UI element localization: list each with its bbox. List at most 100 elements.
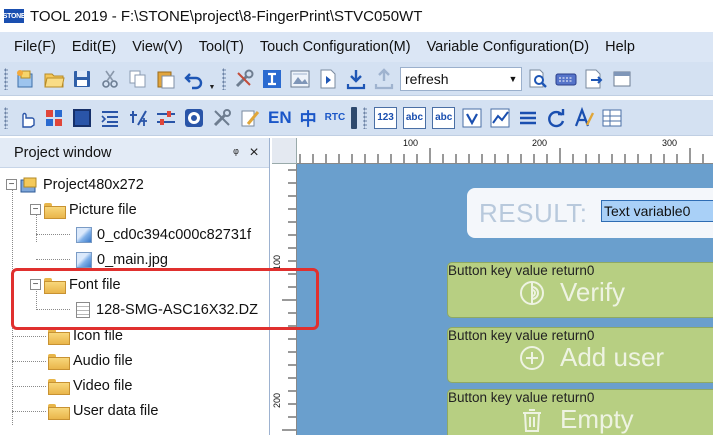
tree-folder-audio[interactable]: Audio file — [48, 348, 133, 373]
text-variable-widget[interactable]: Text variable0 — [601, 200, 713, 222]
chart-button[interactable] — [487, 105, 513, 131]
menu-touch-configuration[interactable]: Touch Configuration(M) — [252, 39, 419, 55]
cut-button[interactable] — [97, 66, 123, 92]
window-title: TOOL 2019 - F:\STONE\project\8-FingerPri… — [30, 7, 423, 25]
keyboard-icon — [555, 73, 577, 85]
toolbar-grip[interactable] — [4, 67, 8, 90]
table-button[interactable] — [599, 105, 625, 131]
empty-button[interactable]: Button key value return0 Empty — [447, 389, 713, 435]
window-button[interactable] — [609, 66, 635, 92]
menu-tool[interactable]: Tool(T) — [191, 39, 252, 55]
settings-button[interactable] — [231, 66, 257, 92]
project-window-header: Project window ᵠ × — [0, 138, 269, 168]
undo-button[interactable] — [181, 66, 207, 92]
list-icon — [101, 110, 118, 127]
preview-button[interactable] — [525, 66, 551, 92]
language-zh-button[interactable]: 中 — [300, 105, 317, 130]
slider-button[interactable] — [153, 105, 179, 131]
copy-icon — [129, 70, 146, 87]
tree-folder-userdata[interactable]: User data file — [48, 398, 158, 423]
refresh-button[interactable] — [543, 105, 569, 131]
pointer-button[interactable] — [13, 105, 39, 131]
widget-toolbar: EN 中 RTC 123 abc abc — [0, 100, 713, 136]
rectangle-button[interactable] — [69, 105, 95, 131]
folder-icon — [48, 328, 70, 345]
main-toolbar: ▼ refresh ▼ — [0, 62, 713, 96]
undo-dropdown[interactable]: ▼ — [208, 67, 216, 91]
app-logo-icon: STONE — [3, 9, 26, 23]
collapse-icon[interactable]: − — [6, 179, 17, 190]
tree-root[interactable]: − Project480x272 — [6, 172, 144, 197]
toolbar-separator — [349, 105, 359, 131]
variable-button[interactable] — [459, 105, 485, 131]
verify-button[interactable]: Button key value return0 Verify — [447, 262, 713, 318]
result-panel[interactable]: RESULT: Text variable0 — [467, 188, 713, 238]
open-button[interactable] — [41, 66, 67, 92]
grid-icon — [46, 109, 62, 126]
tools-icon — [235, 69, 254, 87]
hand-pointer-icon — [22, 112, 35, 128]
fingerprint-icon — [520, 280, 544, 305]
folder-icon — [48, 353, 70, 370]
tree-folder-picture[interactable]: − Picture file — [30, 197, 137, 222]
menu-lines-icon — [520, 111, 537, 124]
ruler-label-200: 200 — [532, 138, 548, 148]
menu-list-button[interactable] — [515, 105, 541, 131]
window-icon — [613, 71, 631, 86]
image-button[interactable] — [287, 66, 313, 92]
variable-icon — [462, 108, 482, 127]
tree-folder-video[interactable]: Video file — [48, 373, 132, 398]
text-input-button[interactable]: abc — [402, 106, 427, 129]
menu-variable-configuration[interactable]: Variable Configuration(D) — [419, 39, 598, 55]
font-button[interactable] — [571, 105, 597, 131]
wrench-icon — [213, 108, 231, 126]
new-project-icon — [17, 69, 33, 87]
menu-edit[interactable]: Edit(E) — [64, 39, 124, 55]
list-button[interactable] — [97, 105, 123, 131]
horizontal-ruler-ticks — [299, 148, 704, 163]
add-user-button[interactable]: Button key value return0 Add user — [447, 327, 713, 383]
play-button[interactable] — [315, 66, 341, 92]
number-input-button[interactable]: 123 — [374, 106, 397, 129]
keyboard-button[interactable] — [553, 66, 579, 92]
tree-item-picture[interactable]: 0_cd0c394c000c82731f — [76, 222, 251, 247]
refresh-icon — [548, 108, 565, 127]
download-button[interactable] — [343, 66, 369, 92]
tree-root-label: Project480x272 — [43, 176, 144, 193]
tools-button[interactable] — [209, 105, 235, 131]
export-button[interactable] — [581, 66, 607, 92]
text-tool-button[interactable] — [259, 66, 285, 92]
grid-button[interactable] — [41, 105, 67, 131]
toolbar-grip[interactable] — [222, 67, 226, 90]
toolbar-grip[interactable] — [363, 106, 368, 129]
refresh-select[interactable]: refresh ▼ — [400, 66, 522, 91]
gauge-button[interactable] — [181, 105, 207, 131]
edit-button[interactable] — [237, 105, 263, 131]
collapse-icon[interactable]: − — [30, 204, 41, 215]
menu-view[interactable]: View(V) — [124, 39, 191, 55]
button-caption: Button key value return0 — [448, 390, 595, 405]
tree-folder-label: Video file — [73, 377, 133, 394]
plus-circle-icon — [520, 345, 544, 370]
table-icon — [602, 109, 622, 126]
copy-button[interactable] — [125, 66, 151, 92]
rtc-button[interactable]: RTC — [325, 112, 346, 123]
tree-item-label: 0_cd0c394c000c82731f — [97, 226, 251, 243]
menu-file[interactable]: File(F) — [0, 39, 64, 55]
paste-button[interactable] — [153, 66, 179, 92]
folder-icon — [48, 378, 70, 395]
upload-button[interactable] — [371, 66, 397, 92]
menu-help[interactable]: Help — [597, 39, 643, 55]
toolbar-grip[interactable] — [4, 106, 8, 129]
design-canvas[interactable]: RESULT: Text variable0 Button key value … — [297, 164, 713, 435]
text-display-button[interactable]: abc — [432, 106, 456, 129]
new-project-button[interactable] — [13, 66, 39, 92]
ruler-label-300: 300 — [662, 138, 678, 148]
save-button[interactable] — [69, 66, 95, 92]
chevron-down-icon[interactable]: ▼ — [505, 74, 521, 84]
square-icon — [73, 108, 91, 127]
fraction-button[interactable] — [125, 105, 151, 131]
close-icon[interactable]: × — [245, 144, 263, 162]
pin-icon[interactable]: ᵠ — [227, 145, 245, 160]
language-en-button[interactable]: EN — [268, 108, 292, 128]
